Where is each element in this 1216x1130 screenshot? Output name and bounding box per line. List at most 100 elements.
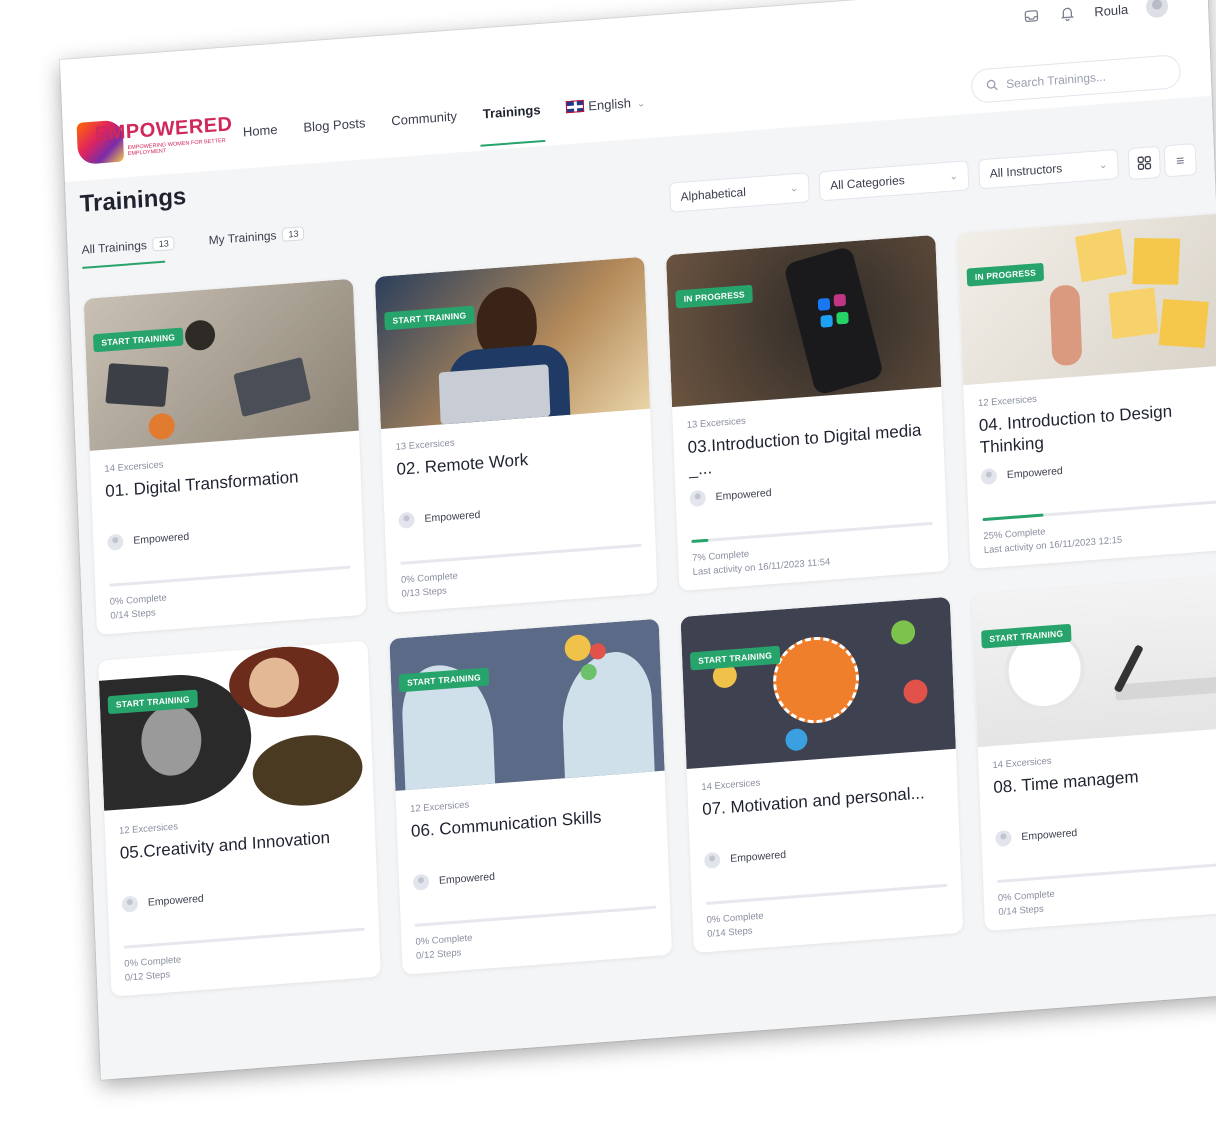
main-content: Trainings All Trainings 13 My Trainings … — [64, 95, 1216, 1080]
category-select[interactable]: All Categories ⌄ — [818, 160, 970, 202]
training-card[interactable]: START TRAINING 12 Excersices 05.Creativi… — [98, 640, 381, 997]
training-card[interactable]: START TRAINING 13 Excersices 02. Remote … — [374, 256, 658, 613]
uk-flag-icon — [566, 99, 585, 114]
author-avatar-icon — [398, 511, 415, 529]
progress-steps: 0/12 Steps — [124, 969, 171, 984]
page-title: Trainings — [79, 182, 187, 218]
bell-icon[interactable] — [1058, 4, 1077, 23]
progress-meta: 0% Complete 0/12 Steps — [124, 953, 182, 985]
nav-home[interactable]: Home — [243, 122, 278, 140]
language-label: English — [588, 95, 632, 114]
brand-logo[interactable]: EMPOWERED EMPOWERING WOMEN FOR BETTER EM… — [76, 108, 233, 171]
tab-all-trainings[interactable]: All Trainings 13 — [81, 235, 176, 257]
chevron-down-icon: ⌄ — [1098, 159, 1108, 171]
training-thumbnail: START TRAINING — [680, 596, 956, 770]
training-thumbnail: IN PROGRESS — [665, 234, 942, 408]
author-avatar-icon — [412, 873, 430, 891]
progress-meta: 0% Complete 0/14 Steps — [998, 888, 1056, 920]
progress-steps: 0/14 Steps — [998, 903, 1044, 919]
tab-my-trainings[interactable]: My Trainings 13 — [208, 226, 305, 248]
training-thumbnail: START TRAINING — [389, 618, 665, 791]
trainings-grid: START TRAINING 14 Excersices 01. Digital… — [83, 212, 1216, 997]
training-tabs: All Trainings 13 My Trainings 13 — [81, 226, 305, 257]
training-card[interactable]: START TRAINING 14 Excersices 01. Digital… — [83, 278, 367, 635]
training-thumbnail: IN PROGRESS — [957, 212, 1216, 386]
progress-bar — [705, 883, 948, 905]
tab-label: All Trainings — [81, 238, 148, 257]
training-thumbnail: START TRAINING — [83, 278, 359, 451]
main-nav: Home Blog Posts Community Trainings Engl… — [243, 94, 646, 139]
progress-bar — [109, 565, 351, 587]
author-name: Empowered — [147, 892, 204, 909]
search-trainings-input[interactable]: Search Trainings... — [970, 54, 1182, 104]
progress-steps: 0/12 Steps — [415, 947, 462, 962]
author-avatar-icon — [121, 895, 139, 913]
progress-steps: 0/14 Steps — [110, 607, 156, 622]
author-name: Empowered — [1006, 464, 1063, 482]
category-value: All Categories — [829, 173, 905, 193]
instructor-select[interactable]: All Instructors ⌄ — [978, 148, 1119, 190]
avatar[interactable] — [1145, 0, 1169, 19]
author-name: Empowered — [438, 870, 496, 887]
training-thumbnail: START TRAINING — [374, 256, 651, 429]
grid-view-icon[interactable] — [1127, 145, 1161, 181]
screenshot-sheet: EMPOWERED EMPOWERING WOMEN FOR BETTER EM… — [60, 0, 1216, 1080]
instructor-value: All Instructors — [989, 161, 1063, 181]
training-card[interactable]: IN PROGRESS 13 Excersices 03.Introductio… — [665, 234, 949, 592]
status-badge: IN PROGRESS — [966, 262, 1045, 287]
author-name: Empowered — [133, 530, 190, 547]
nav-community[interactable]: Community — [391, 108, 457, 128]
user-toolbar: Roula — [1022, 0, 1169, 28]
training-thumbnail: START TRAINING — [971, 574, 1216, 748]
progress-steps: 0/13 Steps — [401, 585, 448, 600]
author-name: Empowered — [715, 486, 772, 504]
progress-meta: 7% Complete Last activity on 16/11/2023 1… — [692, 542, 831, 580]
progress-bar — [123, 927, 366, 949]
progress-meta: 0% Complete 0/14 Steps — [706, 910, 764, 942]
list-view-icon[interactable]: ≡ — [1163, 143, 1197, 178]
training-card[interactable]: START TRAINING 14 Excersices 07. Motivat… — [680, 596, 964, 953]
progress-fill — [982, 513, 1044, 522]
progress-meta: 0% Complete 0/13 Steps — [401, 570, 459, 602]
status-badge: IN PROGRESS — [675, 284, 754, 309]
author-avatar-icon — [995, 829, 1012, 848]
sort-value: Alphabetical — [680, 184, 747, 204]
progress-bar — [982, 499, 1216, 522]
progress-meta: 0% Complete 0/12 Steps — [415, 932, 473, 964]
filter-bar: Alphabetical ⌄ All Categories ⌄ All Instru… — [669, 143, 1197, 215]
tab-count-badge: 13 — [152, 235, 176, 252]
author-name: Empowered — [1021, 826, 1078, 844]
author-avatar-icon — [703, 851, 721, 869]
training-card[interactable]: START TRAINING 12 Excersices 06. Communi… — [389, 618, 673, 975]
progress-bar — [400, 543, 642, 565]
search-icon — [986, 79, 998, 91]
language-selector[interactable]: English ⌄ — [566, 94, 646, 115]
user-name[interactable]: Roula — [1094, 1, 1128, 19]
progress-bar — [691, 521, 933, 544]
progress-steps: 0/14 Steps — [707, 925, 753, 940]
progress-bar — [997, 861, 1216, 884]
view-toggle: ≡ — [1127, 143, 1197, 181]
progress-meta: 25% Complete Last activity on 16/11/2023 … — [983, 520, 1122, 558]
progress-fill — [691, 538, 709, 544]
training-thumbnail: START TRAINING — [98, 640, 374, 813]
progress-meta: 0% Complete 0/14 Steps — [110, 592, 168, 624]
status-badge: START TRAINING — [384, 305, 475, 331]
chevron-down-icon: ⌄ — [636, 98, 646, 110]
tab-count-badge: 13 — [282, 226, 305, 242]
chevron-down-icon: ⌄ — [949, 170, 959, 183]
inbox-icon[interactable] — [1022, 6, 1041, 25]
chevron-down-icon: ⌄ — [789, 182, 799, 195]
training-card[interactable]: START TRAINING 14 Excersices 08. Time ma… — [971, 574, 1216, 932]
nav-blog-posts[interactable]: Blog Posts — [303, 115, 366, 135]
training-card[interactable]: IN PROGRESS 12 Excersices 04. Introducti… — [957, 212, 1216, 570]
status-badge: START TRAINING — [689, 645, 781, 671]
search-placeholder: Search Trainings... — [1005, 69, 1107, 92]
sort-select[interactable]: Alphabetical ⌄ — [669, 172, 810, 213]
nav-trainings[interactable]: Trainings — [483, 102, 541, 121]
progress-bar — [414, 905, 657, 927]
tab-label: My Trainings — [208, 228, 277, 248]
author-avatar-icon — [980, 467, 998, 486]
author-avatar-icon — [107, 533, 124, 551]
status-badge: START TRAINING — [93, 327, 184, 353]
